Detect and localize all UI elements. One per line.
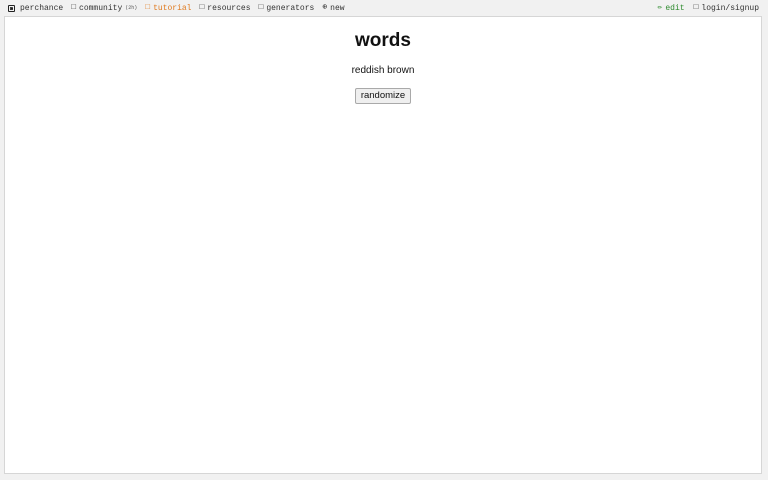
generator-output: reddish brown	[351, 65, 415, 76]
book-icon: □	[145, 3, 151, 12]
nav-login-signup-label: login/signup	[701, 3, 759, 13]
nav-new[interactable]: ⊕ new	[322, 4, 344, 13]
nav-edit[interactable]: ✏ edit	[658, 4, 685, 13]
nav-tutorial-label: tutorial	[153, 3, 192, 13]
nav-community[interactable]: □ community (2h)	[71, 4, 137, 13]
generator-panel: words reddish brown randomize	[4, 16, 762, 474]
nav-login-signup[interactable]: □ login/signup	[694, 4, 759, 13]
page-title: words	[355, 30, 411, 51]
plus-circle-icon: ⊕	[322, 3, 328, 12]
nav-new-label: new	[330, 3, 345, 13]
folder-icon: □	[199, 3, 205, 12]
button-row: randomize	[5, 85, 761, 104]
top-nav-bar: perchance □ community (2h) □ tutorial □ …	[0, 0, 768, 16]
dice-icon	[8, 4, 15, 12]
nav-perchance[interactable]: perchance	[8, 4, 63, 13]
list-icon: □	[258, 3, 264, 12]
community-count-badge: (2h)	[125, 5, 138, 11]
nav-resources-label: resources	[207, 3, 251, 13]
nav-right: ✏ edit □ login/signup	[649, 0, 768, 16]
nav-generators-label: generators	[266, 3, 315, 13]
nav-left: perchance □ community (2h) □ tutorial □ …	[0, 0, 353, 16]
pencil-icon: ✏	[657, 3, 663, 12]
nav-tutorial[interactable]: □ tutorial	[145, 4, 191, 13]
nav-resources[interactable]: □ resources	[199, 4, 250, 13]
user-icon: □	[693, 3, 699, 12]
nav-generators[interactable]: □ generators	[259, 4, 315, 13]
chat-icon: □	[71, 3, 77, 12]
nav-community-label: community	[79, 3, 123, 13]
nav-edit-label: edit	[665, 3, 685, 13]
randomize-button[interactable]: randomize	[354, 88, 412, 104]
nav-perchance-label: perchance	[20, 3, 64, 13]
